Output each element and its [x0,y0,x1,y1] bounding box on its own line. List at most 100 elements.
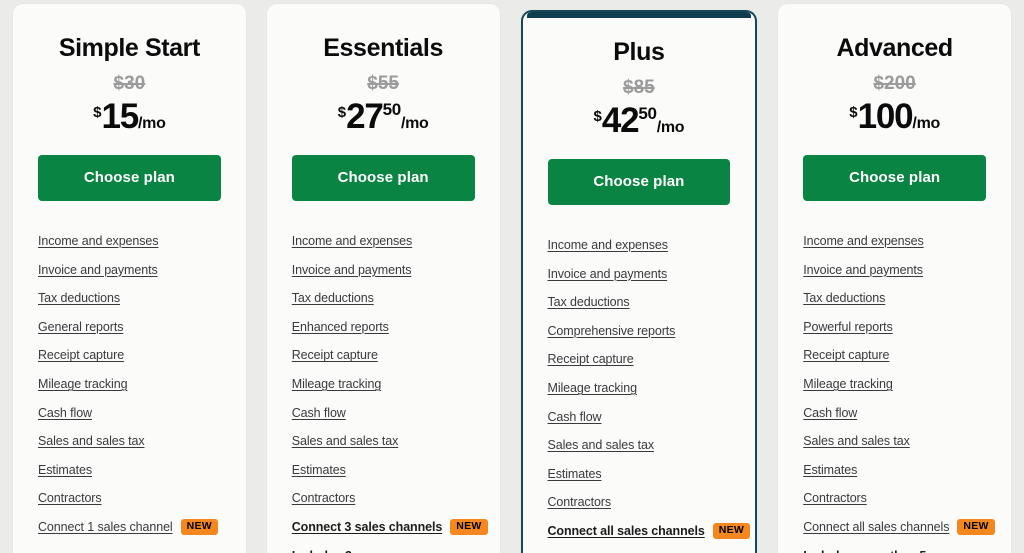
plan-name: Advanced [836,34,953,62]
feature-link[interactable]: General reports [38,320,123,334]
plan-name: Plus [613,38,665,66]
feature-link[interactable]: Invoice and payments [38,263,158,277]
feature-link[interactable]: Connect all sales channels [803,520,949,534]
feature-link[interactable]: Receipt capture [548,352,634,366]
feature-link[interactable]: Connect 1 sales channel [38,520,173,534]
feature-item: Income and expenses [548,231,731,260]
original-price: $85 [623,76,655,98]
feature-link[interactable]: Invoice and payments [803,263,923,277]
original-price: $55 [367,72,399,94]
feature-link[interactable]: Powerful reports [803,320,893,334]
feature-link[interactable]: Sales and sales tax [548,438,655,452]
feature-link[interactable]: Income and expenses [803,234,924,248]
pricing-plan-grid: Simple Start $30 $15/mo Choose plan Income a… [0,0,1024,553]
feature-link[interactable]: Tax deductions [548,295,630,309]
price-currency-symbol: $ [337,103,347,121]
feature-link[interactable]: Mileage tracking [38,377,128,391]
feature-link[interactable]: Connect all sales channels [548,524,705,538]
price-amount: 15 [101,96,140,136]
feature-item: Income and expenses [38,227,221,256]
price-cents: 50 [382,99,402,119]
feature-link[interactable]: Contractors [292,491,356,505]
feature-item: Contractors [548,488,731,517]
feature-item: Tax deductions [292,284,475,313]
choose-plan-button[interactable]: Choose plan [291,154,475,201]
price-amount: 100 [857,96,914,136]
price-currency-symbol: $ [849,103,858,121]
feature-link[interactable]: Sales and sales tax [38,434,145,448]
feature-link[interactable]: Contractors [803,491,867,505]
feature-link[interactable]: Cash flow [803,406,857,420]
feature-item: Mileage tracking [292,370,475,399]
choose-plan-button[interactable]: Choose plan [547,158,731,205]
price-period: /mo [656,118,685,136]
feature-link[interactable]: Tax deductions [292,291,374,305]
feature-item: Cash flow [803,398,986,427]
feature-link[interactable]: Includes 3 users [292,549,388,553]
feature-item: Tax deductions [803,284,986,313]
feature-item: Contractors [38,484,221,513]
feature-link[interactable]: Contractors [38,491,102,505]
feature-link[interactable]: Mileage tracking [803,377,893,391]
feature-item: Receipt capture [548,345,731,374]
feature-item: Contractors [292,484,475,513]
feature-item: Estimates [548,460,731,489]
feature-item: Tax deductions [38,284,221,313]
feature-link[interactable]: Cash flow [38,406,92,420]
feature-item: Powerful reports [803,313,986,342]
plan-card-advanced: Advanced $200 $100/mo Choose plan Income and… [778,4,1011,553]
feature-link[interactable]: Income and expenses [548,238,669,252]
plan-card-essentials: Essentials $55 $2750/mo Choose plan Income a… [266,4,500,553]
feature-link[interactable]: Cash flow [548,410,602,424]
feature-link[interactable]: Income and expenses [38,234,159,248]
feature-item: Receipt capture [38,341,221,370]
feature-link[interactable]: Sales and sales tax [803,434,910,448]
feature-item: General reports [38,313,221,342]
choose-plan-button[interactable]: Choose plan [38,154,221,201]
choose-plan-button[interactable]: Choose plan [803,154,986,201]
current-price: $100/mo [803,99,986,134]
feature-item: Estimates [38,456,221,485]
feature-link[interactable]: Cash flow [292,406,346,420]
feature-link[interactable]: Estimates [38,463,92,477]
feature-item: Estimates [803,456,986,485]
price-currency-symbol: $ [593,107,602,125]
current-price: $4250/mo [548,103,731,138]
current-price: $15/mo [38,99,221,134]
feature-link[interactable]: Comprehensive reports [548,324,676,338]
feature-item: Comprehensive reports [548,317,731,346]
feature-link[interactable]: Tax deductions [803,291,885,305]
feature-link[interactable]: Receipt capture [803,348,889,362]
price-period: /mo [400,114,429,132]
feature-link[interactable]: Invoice and payments [292,263,412,277]
feature-item: Tax deductions [548,288,731,317]
feature-link[interactable]: Sales and sales tax [292,434,399,448]
feature-item: Sales and sales tax [803,427,986,456]
feature-link[interactable]: Receipt capture [38,348,124,362]
feature-item: Connect 3 sales channels NEW [292,513,488,542]
plan-name: Simple Start [58,34,200,62]
feature-link[interactable]: Receipt capture [292,348,378,362]
feature-link[interactable]: Tax deductions [38,291,120,305]
feature-link[interactable]: Estimates [803,463,857,477]
feature-item: Invoice and payments [548,259,731,288]
feature-item: Cash flow [292,398,475,427]
feature-link[interactable]: Mileage tracking [548,381,638,395]
feature-link[interactable]: Includes more than 5 users [803,549,962,553]
new-badge: NEW [712,523,751,539]
feature-item: Invoice and payments [803,255,986,284]
current-price: $2750/mo [292,99,475,134]
feature-link[interactable]: Estimates [292,463,346,477]
new-badge: NEW [450,519,488,535]
feature-link[interactable]: Income and expenses [292,234,413,248]
feature-link[interactable]: Estimates [548,467,602,481]
feature-link[interactable]: Mileage tracking [292,377,382,391]
feature-link[interactable]: Contractors [548,495,612,509]
feature-item: Mileage tracking [548,374,731,403]
feature-link[interactable]: Connect 3 sales channels [292,520,443,534]
feature-item: Estimates [292,456,475,485]
feature-link[interactable]: Enhanced reports [292,320,389,334]
feature-link[interactable]: Invoice and payments [548,267,668,281]
plan-name: Essentials [323,34,443,62]
feature-item: Includes more than 5 users [803,541,986,553]
